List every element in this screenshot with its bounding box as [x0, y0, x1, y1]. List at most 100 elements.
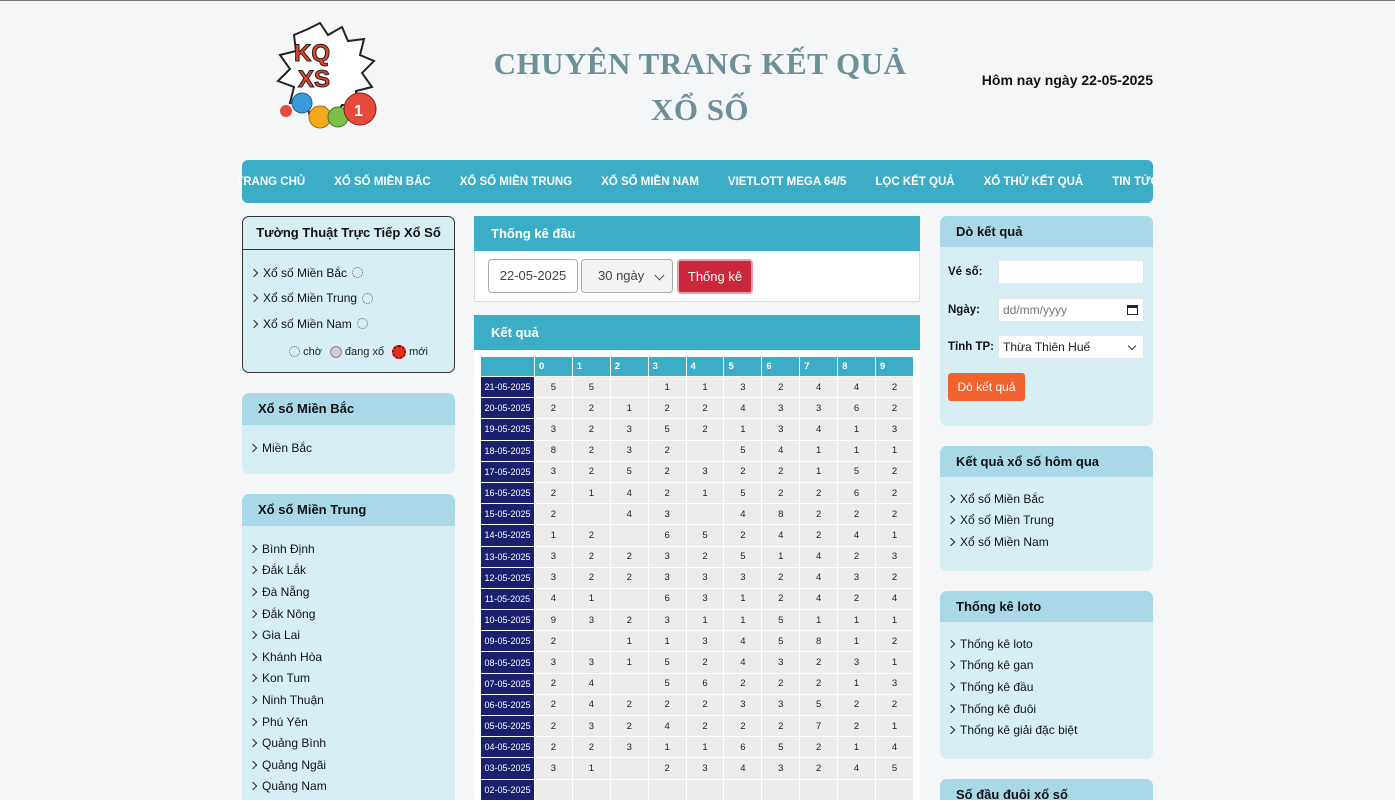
province-link[interactable]: Đắk Nông	[248, 603, 455, 625]
count-cell	[609, 672, 649, 695]
province-link[interactable]: Ninh Thuận	[248, 689, 455, 711]
count-cell: 5	[609, 460, 649, 483]
count-cell: 4	[609, 503, 649, 526]
column-header: 3	[647, 356, 687, 377]
province-link[interactable]: Đắk Lắk	[248, 560, 455, 582]
nav-mien-nam[interactable]: XỔ SỐ MIỀN NAM	[587, 176, 714, 188]
province-link[interactable]: Kon Tum	[248, 668, 455, 690]
count-cell: 2	[609, 609, 649, 632]
count-cell: 2	[647, 757, 687, 780]
count-cell: 2	[761, 672, 801, 695]
province-link[interactable]: Quảng Ngãi	[248, 754, 455, 776]
count-cell: 3	[647, 503, 687, 526]
live-item-mien-trung[interactable]: Xổ số Miền Trung	[249, 286, 454, 312]
check-result-title: Dò kết quả	[940, 216, 1153, 247]
count-cell: 1	[571, 587, 611, 611]
count-cell: 1	[837, 630, 877, 653]
row-date: 12-05-2025	[480, 566, 535, 589]
count-cell: 3	[761, 418, 801, 441]
count-cell: 5	[799, 693, 839, 717]
column-header: 6	[761, 356, 801, 377]
count-cell: 3	[609, 736, 649, 759]
table-row: 11-05-2025 4 1 6 3 1 2 4 2 4	[480, 587, 914, 611]
live-draw-panel: Tường Thuật Trực Tiếp Xổ Số Xổ số Miền B…	[242, 216, 455, 373]
calendar-icon[interactable]	[1127, 305, 1138, 315]
count-cell: 3	[875, 545, 914, 568]
ticket-label: Vé số:	[948, 266, 983, 278]
mien-trung-panel: Xổ số Miền Trung Bình Định Đắk Lắk Đà Nẵng…	[242, 494, 455, 800]
head-tail-title: Số đầu đuôi xổ số	[940, 779, 1153, 800]
province-link[interactable]: Phú Yên	[248, 711, 455, 733]
province-link[interactable]: Gia Lai	[248, 624, 455, 646]
chevron-right-icon	[248, 609, 258, 618]
count-cell: 5	[761, 630, 801, 653]
count-cell: 1	[647, 375, 687, 399]
count-cell: 2	[875, 375, 914, 399]
count-cell	[685, 778, 725, 800]
stat-link[interactable]: Thống kê gan	[946, 655, 1153, 677]
date-input[interactable]: dd/mm/yyyy	[998, 298, 1144, 322]
count-cell: 1	[837, 439, 877, 462]
yesterday-link[interactable]: Xổ số Miền Bắc	[946, 488, 1153, 510]
count-cell: 2	[799, 524, 839, 547]
stat-submit-button[interactable]: Thống kê	[677, 259, 753, 294]
count-cell: 3	[534, 757, 573, 780]
stat-date-input[interactable]: 22-05-2025	[488, 259, 578, 293]
province-link[interactable]: Khánh Hòa	[248, 646, 455, 668]
nav-mien-trung[interactable]: XỔ SỐ MIỀN TRUNG	[445, 176, 586, 188]
ticket-input[interactable]	[998, 260, 1144, 284]
count-cell: 1	[609, 630, 649, 653]
count-cell: 1	[685, 481, 725, 505]
count-cell: 5	[723, 545, 763, 568]
live-item-label: Xổ số Miền Trung	[263, 291, 358, 306]
yesterday-link[interactable]: Xổ số Miền Nam	[946, 531, 1153, 553]
count-cell: 2	[761, 481, 801, 505]
province-link[interactable]: Đà Nẵng	[248, 581, 455, 603]
nav-tin-tuc[interactable]: TIN TỨC	[1098, 176, 1174, 188]
check-result-button[interactable]: Dò kết quả	[948, 373, 1025, 401]
count-cell: 6	[647, 524, 687, 547]
stat-link[interactable]: Thống kê loto	[946, 633, 1153, 655]
live-item-mien-nam[interactable]: Xổ số Miền Nam	[249, 311, 454, 337]
count-cell: 5	[647, 418, 687, 441]
province-select[interactable]: Thừa Thiên Huế	[998, 335, 1144, 359]
count-cell: 6	[837, 481, 877, 505]
nav-mien-bac[interactable]: XỔ SỐ MIỀN BẮC	[320, 176, 445, 188]
yesterday-panel: Kết quả xổ số hôm qua Xổ số Miền Bắc Xổ s…	[940, 446, 1153, 571]
count-cell: 3	[647, 566, 687, 589]
stat-link[interactable]: Thống kê đầu	[946, 676, 1153, 698]
province-link-label: Quảng Bình	[262, 736, 327, 751]
count-cell: 2	[875, 566, 914, 589]
count-cell: 4	[799, 375, 839, 399]
count-cell: 2	[534, 714, 573, 738]
count-cell	[875, 778, 914, 800]
stat-link[interactable]: Thống kê đuôi	[946, 698, 1153, 720]
stat-days-select[interactable]: 30 ngày	[581, 259, 673, 293]
chevron-right-icon	[946, 516, 956, 525]
loading-icon	[356, 318, 368, 330]
count-cell: 2	[837, 693, 877, 717]
nav-home[interactable]: TRANG CHỦ	[222, 176, 320, 188]
province-link[interactable]: Bình Định	[248, 538, 455, 560]
yesterday-link[interactable]: Xổ số Miền Trung	[946, 510, 1153, 532]
count-cell	[609, 375, 649, 399]
row-date: 10-05-2025	[480, 609, 535, 632]
drawing-ball-icon	[329, 345, 342, 358]
site-logo[interactable]: KQ XS 1	[268, 21, 388, 136]
province-link[interactable]: Quảng Nam	[248, 776, 455, 798]
province-link[interactable]: Quảng Bình	[248, 732, 455, 754]
count-cell: 3	[609, 439, 649, 462]
count-cell: 1	[685, 375, 725, 399]
stat-link[interactable]: Thống kê giải đặc biệt	[946, 719, 1153, 741]
count-cell: 4	[799, 587, 839, 611]
count-cell: 2	[837, 503, 877, 526]
nav-xo-thu[interactable]: XỔ THỬ KẾT QUẢ	[969, 176, 1098, 188]
count-cell: 4	[571, 693, 611, 717]
row-date: 19-05-2025	[480, 418, 535, 441]
count-cell: 2	[647, 693, 687, 717]
chevron-right-icon	[248, 652, 258, 662]
live-item-mien-bac[interactable]: Xổ số Miền Bắc	[249, 260, 454, 286]
side-item-mien-bac[interactable]: Miền Bắc	[248, 437, 455, 459]
nav-vietlott[interactable]: VIETLOTT MEGA 64/5	[713, 176, 860, 188]
nav-loc-ket-qua[interactable]: LỌC KẾT QUẢ	[861, 176, 969, 188]
